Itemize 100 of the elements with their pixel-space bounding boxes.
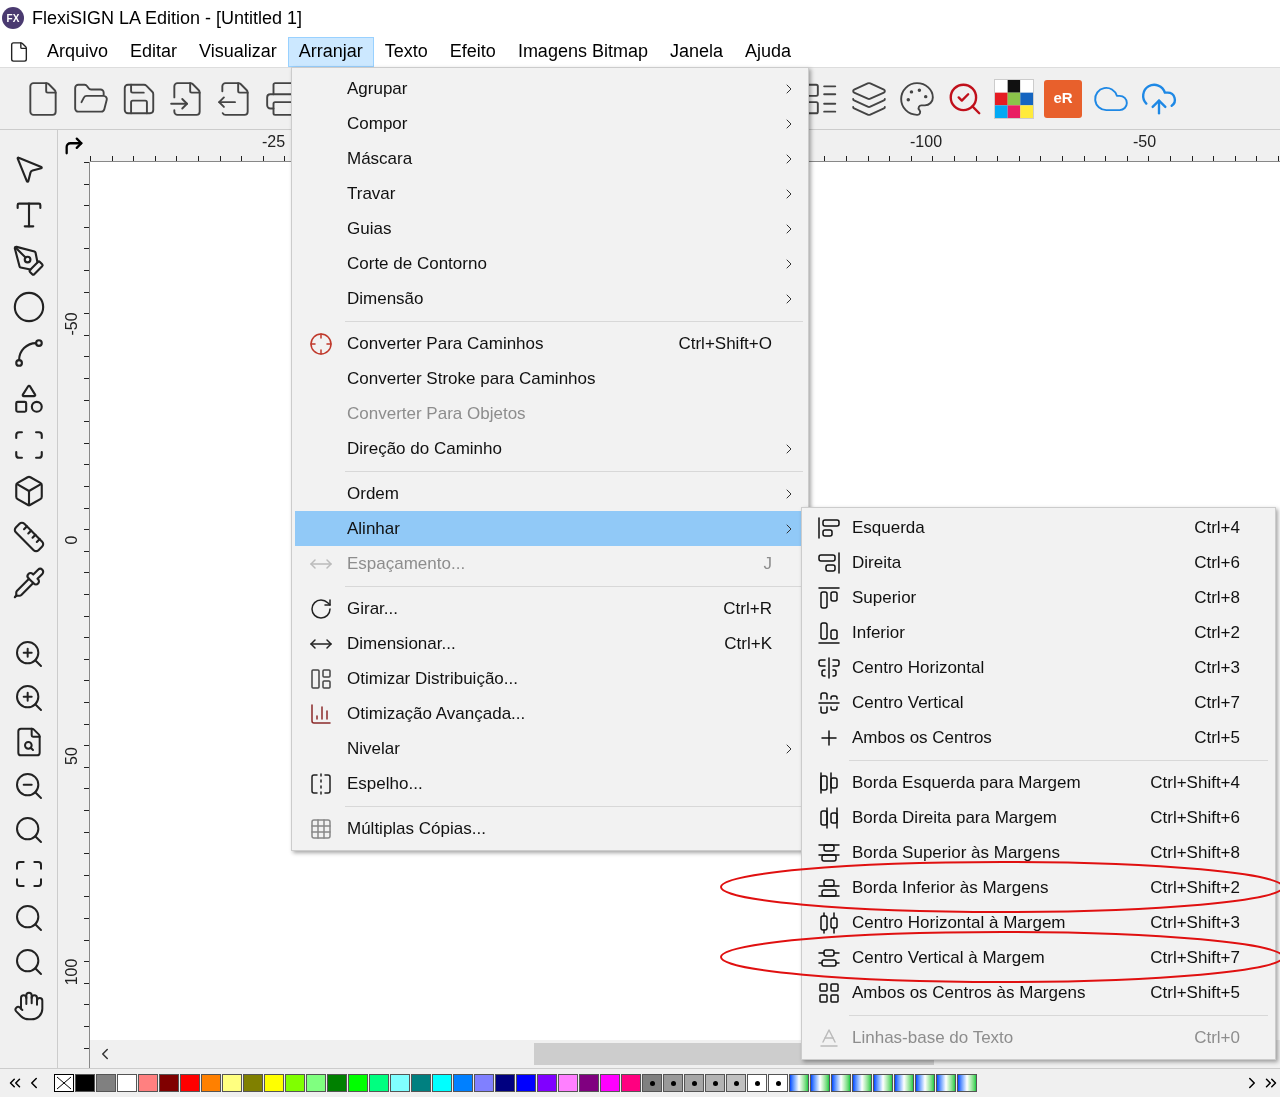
color-swatch[interactable] — [579, 1074, 599, 1092]
menu-bar-item[interactable]: Visualizar — [188, 36, 288, 67]
color-swatch[interactable] — [159, 1074, 179, 1092]
palette-icon[interactable] — [898, 79, 936, 118]
color-swatch[interactable] — [285, 1074, 305, 1092]
chart-icon — [309, 701, 333, 726]
layers-icon[interactable] — [850, 79, 888, 118]
menu-item[interactable]: Ordem — [295, 476, 805, 511]
menu-bar-item[interactable]: Janela — [658, 36, 734, 67]
color-swatch[interactable] — [201, 1074, 221, 1092]
gradient-swatch[interactable] — [810, 1074, 830, 1092]
color-swatch[interactable] — [537, 1074, 557, 1092]
menu-item[interactable]: Converter Para Caminhos Ctrl+Shift+O — [295, 326, 805, 361]
gradient-swatch[interactable] — [957, 1074, 977, 1092]
color-swatch[interactable] — [621, 1074, 641, 1092]
tint-swatch[interactable] — [684, 1074, 704, 1092]
color-swatch[interactable] — [558, 1074, 578, 1092]
tint-swatch[interactable] — [705, 1074, 725, 1092]
color-swatch[interactable] — [96, 1074, 116, 1092]
menu-item[interactable]: Inferior Ctrl+2 — [805, 615, 1272, 650]
pen-icon[interactable] — [11, 244, 46, 278]
tint-swatch[interactable] — [726, 1074, 746, 1092]
ruler-label: -50 — [62, 311, 81, 338]
menu-bar-item[interactable]: Texto — [373, 36, 439, 67]
color-swatch[interactable] — [243, 1074, 263, 1092]
color-swatch[interactable] — [600, 1074, 620, 1092]
color-swatch[interactable] — [516, 1074, 536, 1092]
color-swatch[interactable] — [369, 1074, 389, 1092]
menu-item[interactable]: Direita Ctrl+6 — [805, 545, 1272, 580]
menu-item[interactable]: Converter Stroke para Caminhos — [295, 361, 805, 396]
menu-item[interactable]: Espelho... — [295, 766, 805, 801]
menu-item[interactable]: Borda Superior às Margens Ctrl+Shift+8 — [805, 835, 1272, 870]
menu-item[interactable]: Girar... Ctrl+R — [295, 591, 805, 626]
color-swatch[interactable] — [306, 1074, 326, 1092]
color-swatch[interactable] — [327, 1074, 347, 1092]
gradient-swatch[interactable] — [831, 1074, 851, 1092]
ellipse-icon[interactable] — [11, 290, 46, 324]
app-logo: FX — [2, 7, 24, 29]
color-swatch[interactable] — [264, 1074, 284, 1092]
gradient-swatch[interactable] — [873, 1074, 893, 1092]
menu-bar-item[interactable]: Arquivo — [36, 36, 120, 67]
menu-item[interactable]: Centro Horizontal Ctrl+3 — [805, 650, 1272, 685]
menu-item[interactable]: Otimização Avançada... — [295, 696, 805, 731]
color-swatch[interactable] — [453, 1074, 473, 1092]
gradient-swatch[interactable] — [789, 1074, 809, 1092]
menu-item[interactable]: Ambos os Centros às Margens Ctrl+Shift+5 — [805, 975, 1272, 1010]
color-swatch[interactable] — [75, 1074, 95, 1092]
menu-item[interactable]: Dimensionar... Ctrl+K — [295, 626, 805, 661]
grid-icon — [309, 816, 333, 841]
gradient-swatch[interactable] — [936, 1074, 956, 1092]
color-swatch[interactable] — [348, 1074, 368, 1092]
menu-item[interactable]: Esquerda Ctrl+4 — [805, 510, 1272, 545]
menu-bar-item[interactable]: Ajuda — [734, 36, 803, 67]
menu-bar-item[interactable]: Efeito — [438, 36, 507, 67]
color-swatch[interactable] — [390, 1074, 410, 1092]
menu-item[interactable]: Guias — [295, 211, 805, 246]
menu-item[interactable]: Direção do Caminho — [295, 431, 805, 466]
tint-swatch[interactable] — [747, 1074, 767, 1092]
menu-item[interactable]: Borda Direita para Margem Ctrl+Shift+6 — [805, 800, 1272, 835]
menu-item[interactable]: Máscara — [295, 141, 805, 176]
menu-bar-item[interactable]: Arranjar — [287, 36, 374, 67]
align-center-horizontal-icon — [816, 655, 841, 680]
gradient-swatch[interactable] — [852, 1074, 872, 1092]
pan-hand-icon[interactable] — [12, 990, 45, 1022]
menu-item[interactable]: Otimizar Distribuição... — [295, 661, 805, 696]
menu-bar-item[interactable]: Editar — [119, 36, 189, 67]
mirror-icon — [309, 771, 333, 796]
gradient-swatch[interactable] — [894, 1074, 914, 1092]
color-swatch[interactable] — [411, 1074, 431, 1092]
menu-item[interactable]: Compor — [295, 106, 805, 141]
color-grid-icon[interactable] — [994, 78, 1034, 119]
gradient-swatch[interactable] — [915, 1074, 935, 1092]
menu-item[interactable]: Borda Esquerda para Margem Ctrl+Shift+4 — [805, 765, 1272, 800]
menu-item[interactable]: Corte de Contorno — [295, 246, 805, 281]
color-swatch[interactable] — [117, 1074, 137, 1092]
tint-swatch[interactable] — [663, 1074, 683, 1092]
color-swatch[interactable] — [180, 1074, 200, 1092]
tint-swatch[interactable] — [642, 1074, 662, 1092]
menu-item[interactable]: Múltiplas Cópias... — [295, 811, 805, 846]
tint-swatch[interactable] — [768, 1074, 788, 1092]
color-swatch[interactable] — [474, 1074, 494, 1092]
color-swatch[interactable] — [138, 1074, 158, 1092]
layout-icon — [309, 666, 333, 691]
ruler-icon[interactable] — [11, 520, 46, 554]
menu-item[interactable]: Nivelar — [295, 731, 805, 766]
eyedropper-icon[interactable] — [11, 566, 46, 600]
menu-item[interactable]: Centro Horizontal à Margem Ctrl+Shift+3 — [805, 905, 1272, 940]
no-color-swatch[interactable] — [54, 1074, 74, 1092]
menu-item[interactable]: Ambos os Centros Ctrl+5 — [805, 720, 1272, 755]
align-center-vertical-icon — [816, 690, 841, 715]
menu-item[interactable]: Centro Vertical Ctrl+7 — [805, 685, 1272, 720]
corner-arrow-icon[interactable] — [63, 135, 85, 157]
menu-item[interactable]: Travar — [295, 176, 805, 211]
color-swatch[interactable] — [432, 1074, 452, 1092]
color-swatch[interactable] — [495, 1074, 515, 1092]
menu-item[interactable]: Agrupar — [295, 71, 805, 106]
menu-item[interactable]: Dimensão — [295, 281, 805, 316]
menu-bar-item[interactable]: Imagens Bitmap — [506, 36, 659, 67]
color-swatch[interactable] — [222, 1074, 242, 1092]
menu-item[interactable]: Superior Ctrl+8 — [805, 580, 1272, 615]
